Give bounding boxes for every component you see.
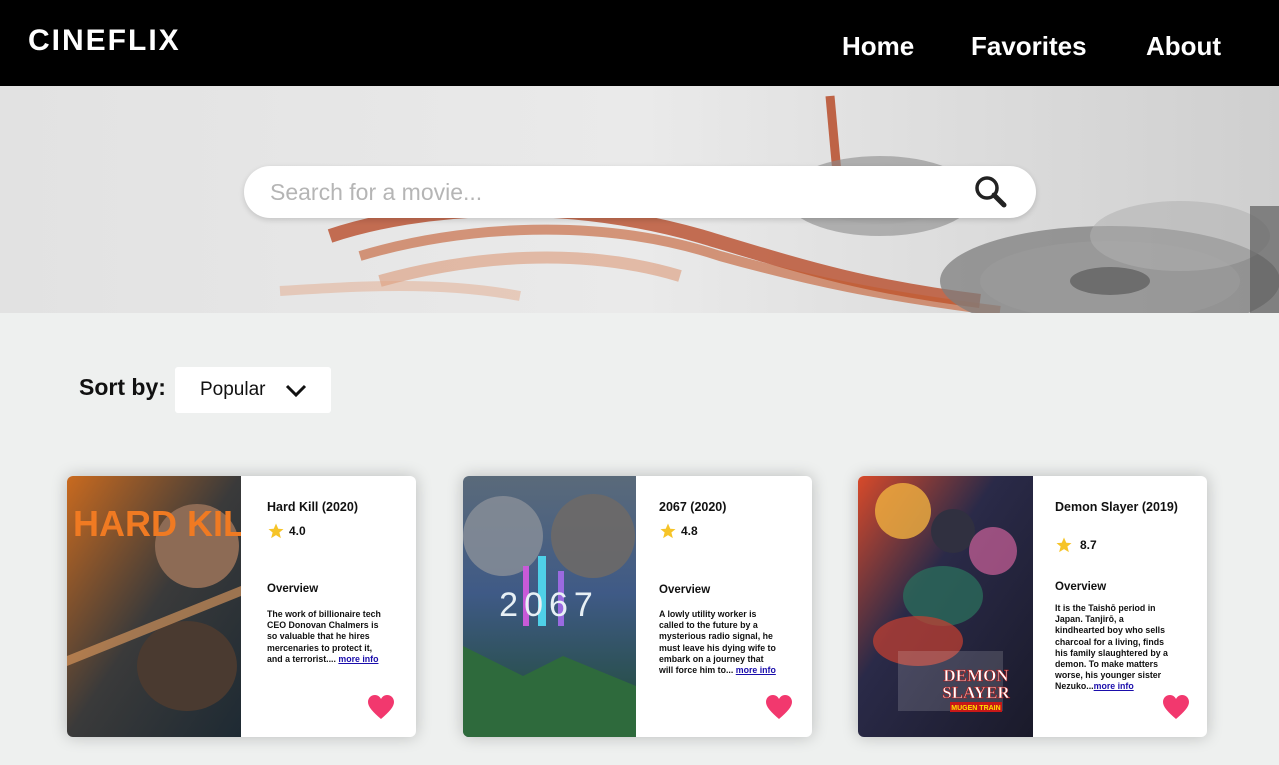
search-input[interactable] bbox=[270, 176, 950, 208]
heart-icon[interactable] bbox=[1162, 694, 1190, 720]
nav-link-about[interactable]: About bbox=[1146, 31, 1221, 62]
sort-label: Sort by: bbox=[79, 374, 166, 400]
star-icon bbox=[268, 523, 284, 539]
heart-icon[interactable] bbox=[367, 694, 395, 720]
nav-link-home[interactable]: Home bbox=[842, 31, 914, 62]
overview-text: The work of billionaire tech CEO Donovan… bbox=[267, 609, 385, 665]
more-info-link[interactable]: more info bbox=[1094, 681, 1134, 691]
more-info-link[interactable]: more info bbox=[736, 665, 776, 675]
movie-title: 2067 (2020) bbox=[659, 500, 727, 514]
poster-subtitle: MUGEN TRAIN bbox=[951, 705, 1000, 712]
overview-body: It is the Taishō period in Japan. Tanjir… bbox=[1055, 603, 1168, 692]
nav-link-favorites[interactable]: Favorites bbox=[971, 31, 1087, 62]
overview-heading: Overview bbox=[1055, 581, 1107, 593]
movie-poster[interactable]: DEMON SLAYER MUGEN TRAIN bbox=[858, 476, 1033, 737]
overview-text: A lowly utility worker is called to the … bbox=[659, 609, 777, 676]
overview-heading: Overview bbox=[267, 583, 319, 595]
overview-text: It is the Taishō period in Japan. Tanjir… bbox=[1055, 603, 1173, 693]
brand-logo[interactable]: CINEFLIX bbox=[28, 24, 181, 58]
rating-value: 8.7 bbox=[1080, 538, 1097, 552]
rating-value: 4.0 bbox=[289, 524, 306, 538]
movie-title: Demon Slayer (2019) bbox=[1055, 500, 1178, 514]
movie-poster[interactable]: 2067 bbox=[463, 476, 636, 737]
more-info-link[interactable]: more info bbox=[338, 654, 378, 664]
overview-heading: Overview bbox=[659, 584, 711, 596]
star-icon bbox=[1056, 537, 1072, 553]
search-bar bbox=[244, 166, 1036, 218]
movie-card[interactable]: HARD KILL Hard Kill (2020) 4.0 Overview … bbox=[67, 476, 416, 737]
poster-title-text: HARD KILL bbox=[73, 503, 241, 544]
movie-poster[interactable]: HARD KILL bbox=[67, 476, 241, 737]
search-icon[interactable] bbox=[970, 172, 1010, 212]
sort-selected-value: Popular bbox=[200, 379, 266, 400]
poster-title-text: 2067 bbox=[499, 586, 599, 624]
heart-icon[interactable] bbox=[765, 694, 793, 720]
poster-title-line-2: SLAYER bbox=[942, 683, 1010, 702]
sort-dropdown[interactable]: Popular bbox=[175, 367, 331, 413]
navbar: CINEFLIX Home Favorites About bbox=[0, 0, 1279, 86]
movie-card[interactable]: DEMON SLAYER MUGEN TRAIN Demon Slayer (2… bbox=[858, 476, 1207, 737]
rating-value: 4.8 bbox=[681, 524, 698, 538]
movie-card[interactable]: 2067 2067 (2020) 4.8 Overview A lowly ut… bbox=[463, 476, 812, 737]
movie-title: Hard Kill (2020) bbox=[267, 500, 359, 514]
star-icon bbox=[660, 523, 676, 539]
chevron-down-icon bbox=[285, 384, 307, 398]
